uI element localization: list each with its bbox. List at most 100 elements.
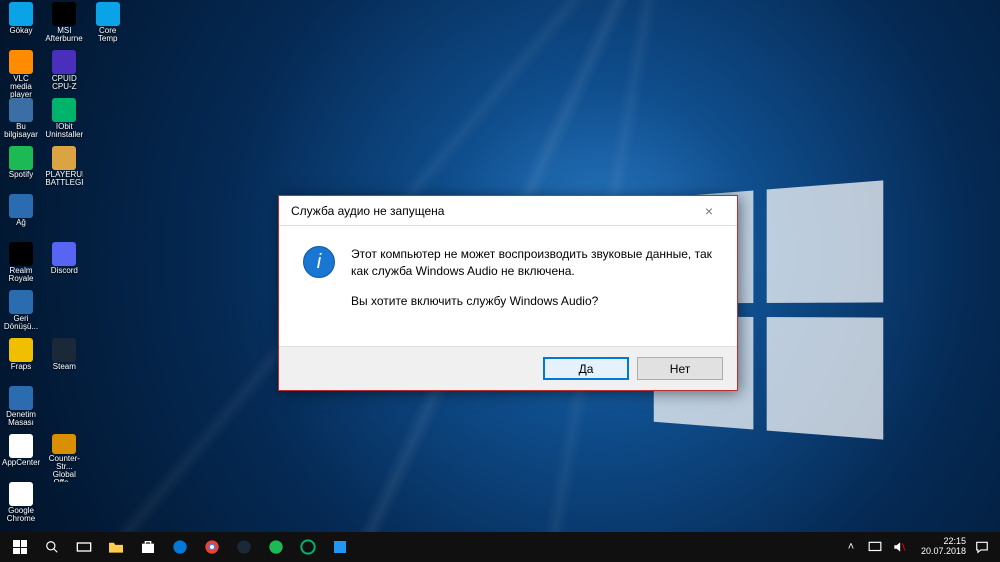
desktop-icon-label: IObit Uninstaller xyxy=(45,123,83,139)
app-icon xyxy=(9,338,33,362)
no-button[interactable]: Нет xyxy=(637,357,723,380)
app-icon xyxy=(9,98,33,122)
desktop-icon-label: Counter-Str... Global Offe... xyxy=(45,455,83,482)
app-icon xyxy=(9,434,33,458)
desktop-icon[interactable]: Geri Dönüşü... xyxy=(2,290,40,338)
app-icon xyxy=(332,539,348,555)
desktop-icon[interactable]: VLC media player xyxy=(2,50,40,98)
desktop-icon-label: Discord xyxy=(51,267,78,275)
yes-button[interactable]: Да xyxy=(543,357,629,380)
desktop-icon[interactable]: Realm Royale xyxy=(2,242,40,290)
notifications-button[interactable] xyxy=(974,539,990,555)
desktop-icon-label: Steam xyxy=(53,363,76,371)
volume-icon[interactable] xyxy=(891,539,907,555)
app-icon xyxy=(9,194,33,218)
search-icon xyxy=(45,540,59,554)
app-icon xyxy=(9,242,33,266)
taskview-button[interactable] xyxy=(68,532,100,562)
desktop-icon-label: Fraps xyxy=(11,363,31,371)
desktop-icon[interactable]: CPUID CPU-Z xyxy=(45,50,83,98)
edge-button[interactable] xyxy=(164,532,196,562)
desktop-icon[interactable]: Ağ xyxy=(2,194,40,242)
desktop-icon[interactable]: Gökay xyxy=(2,2,40,50)
app-icon xyxy=(52,98,76,122)
folder-icon xyxy=(107,540,125,554)
desktop-icon[interactable]: PLAYERUN... BATTLEGR... xyxy=(45,146,83,194)
app-icon xyxy=(9,146,33,170)
system-tray: ˄ 22:15 20.07.2018 xyxy=(843,537,996,557)
explorer-button[interactable] xyxy=(100,532,132,562)
app-button[interactable] xyxy=(324,532,356,562)
desktop-icon-label: CPUID CPU-Z xyxy=(45,75,83,91)
dialog-body: i Этот компьютер не может воспроизводить… xyxy=(279,226,737,346)
desktop-icon[interactable]: IObit Uninstaller xyxy=(45,98,83,146)
app-icon xyxy=(9,2,33,26)
desktop-icon[interactable]: Discord xyxy=(45,242,83,290)
spotify-icon xyxy=(268,539,284,555)
app-icon xyxy=(9,482,33,506)
app-icon xyxy=(9,290,33,314)
dialog-footer: Да Нет xyxy=(279,346,737,390)
app-icon xyxy=(52,50,76,74)
dialog-message-line1: Этот компьютер не может воспроизводить з… xyxy=(351,246,713,281)
taskbar: ˄ 22:15 20.07.2018 xyxy=(0,532,1000,562)
chrome-icon xyxy=(204,539,220,555)
steam-button[interactable] xyxy=(228,532,260,562)
app-icon xyxy=(52,338,76,362)
desktop-icon-label: Ağ xyxy=(16,219,26,227)
desktop-icon-label: MSI Afterburner xyxy=(45,27,83,43)
desktop-icon-label: Bu bilgisayar xyxy=(2,123,40,139)
store-button[interactable] xyxy=(132,532,164,562)
desktop-icon[interactable]: Spotify xyxy=(2,146,40,194)
app-icon xyxy=(52,434,76,454)
desktop-icon[interactable]: Steam xyxy=(45,338,83,386)
desktop-icon[interactable]: Bu bilgisayar xyxy=(2,98,40,146)
iobit-button[interactable] xyxy=(292,532,324,562)
taskbar-left xyxy=(4,532,356,562)
tray-expand-button[interactable]: ˄ xyxy=(843,539,859,555)
desktop-icon-label: Core Temp xyxy=(89,27,127,43)
start-button[interactable] xyxy=(4,532,36,562)
desktop-icon[interactable]: Google Chrome xyxy=(2,482,40,530)
desktop-icon[interactable]: AppCenter xyxy=(2,434,40,482)
dialog-titlebar: Служба аудио не запущена × xyxy=(279,196,737,226)
store-icon xyxy=(140,539,156,555)
app-icon xyxy=(9,386,33,410)
clock[interactable]: 22:15 20.07.2018 xyxy=(921,537,966,557)
app-icon xyxy=(52,2,76,26)
app-icon xyxy=(52,242,76,266)
windows-icon xyxy=(13,540,27,554)
desktop-icon-label: Google Chrome xyxy=(2,507,40,523)
chrome-button[interactable] xyxy=(196,532,228,562)
close-icon: × xyxy=(705,203,713,219)
desktop-icon[interactable]: Counter-Str... Global Offe... xyxy=(45,434,83,482)
info-icon: i xyxy=(303,246,335,278)
steam-icon xyxy=(236,539,252,555)
desktop-icon-label: Geri Dönüşü... xyxy=(2,315,40,331)
app-icon xyxy=(96,2,120,26)
audio-service-dialog: Служба аудио не запущена × i Этот компью… xyxy=(278,195,738,391)
desktop-icon[interactable]: Fraps xyxy=(2,338,40,386)
desktop-icon[interactable]: Denetim Masası xyxy=(2,386,40,434)
dialog-message-line2: Вы хотите включить службу Windows Audio? xyxy=(351,293,713,310)
desktop-icon-label: PLAYERUN... BATTLEGR... xyxy=(45,171,83,187)
desktop-icon-label: AppCenter xyxy=(2,459,40,467)
iobit-icon xyxy=(300,539,316,555)
desktop-icon-label: VLC media player xyxy=(2,75,40,99)
app-icon xyxy=(52,146,76,170)
desktop-icon-label: Spotify xyxy=(9,171,33,179)
network-icon[interactable] xyxy=(867,539,883,555)
dialog-message: Этот компьютер не может воспроизводить з… xyxy=(351,246,713,322)
edge-icon xyxy=(172,539,188,555)
search-button[interactable] xyxy=(36,532,68,562)
notification-icon xyxy=(975,540,989,554)
desktop-icon-label: Gökay xyxy=(9,27,32,35)
date-text: 20.07.2018 xyxy=(921,547,966,557)
desktop-icon[interactable]: Core Temp xyxy=(89,2,127,50)
spotify-button[interactable] xyxy=(260,532,292,562)
desktop-icon-label: Denetim Masası xyxy=(2,411,40,427)
app-icon xyxy=(9,50,33,74)
desktop-icon[interactable]: MSI Afterburner xyxy=(45,2,83,50)
close-button[interactable]: × xyxy=(689,198,729,224)
desktop-icon-label: Realm Royale xyxy=(2,267,40,283)
